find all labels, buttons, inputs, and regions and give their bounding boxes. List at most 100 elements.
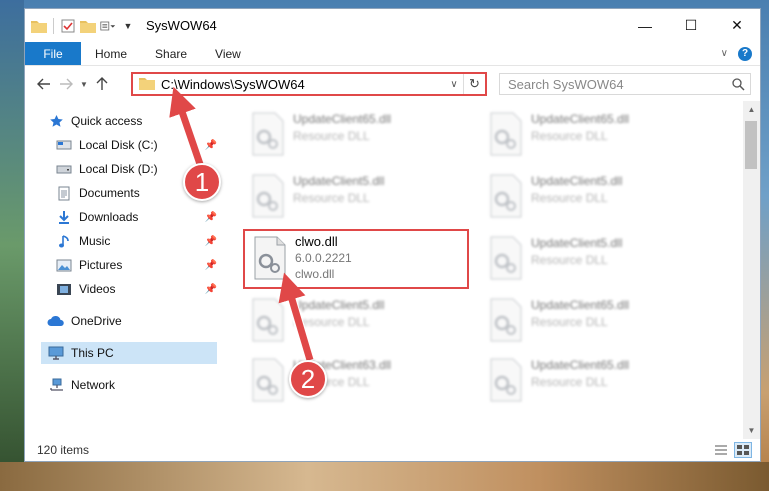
refresh-button[interactable]: ↻ — [463, 74, 485, 94]
scroll-down-icon[interactable]: ▼ — [743, 422, 760, 439]
file-name: UpdateClient5.dll — [293, 298, 385, 312]
title-bar: ▼ SysWOW64 — ☐ ✕ — [25, 9, 760, 42]
address-bar[interactable]: C:\Windows\SysWOW64 ∨ ↻ — [131, 72, 487, 96]
pin-icon[interactable]: 📌 — [205, 236, 217, 247]
file-tile[interactable]: UpdateClient5.dll Resource DLL — [481, 169, 707, 223]
tab-view[interactable]: View — [201, 42, 255, 65]
sidebar-item-label: This PC — [71, 346, 114, 360]
file-tile[interactable]: UpdateClient65.dll Resource DLL — [481, 107, 707, 161]
pictures-icon — [55, 257, 73, 273]
file-tile[interactable]: UpdateClient5.dll Resource DLL — [243, 169, 469, 223]
expand-ribbon-icon[interactable]: ∨ — [721, 48, 728, 59]
file-name: UpdateClient65.dll — [531, 112, 630, 126]
scroll-thumb[interactable] — [745, 121, 757, 169]
details-view-icon[interactable] — [712, 442, 730, 458]
dll-file-icon — [490, 112, 522, 156]
window-title: SysWOW64 — [146, 18, 217, 33]
sidebar-item-label: OneDrive — [71, 314, 122, 328]
search-box[interactable] — [499, 73, 751, 95]
back-button[interactable] — [33, 73, 55, 95]
pin-icon[interactable]: 📌 — [205, 284, 217, 295]
step-1-badge: 1 — [183, 163, 221, 201]
sidebar-item-onedrive[interactable]: OneDrive — [47, 310, 217, 332]
download-arrow-icon — [55, 209, 73, 225]
file-tile[interactable]: UpdateClient63.dll Resource DLL — [243, 353, 469, 407]
sidebar-item-music[interactable]: Music 📌 — [55, 230, 217, 252]
vertical-scrollbar[interactable]: ▲ ▼ — [743, 101, 760, 439]
sidebar-item-network[interactable]: Network — [47, 374, 217, 396]
desktop-background-left — [0, 0, 24, 491]
folder-icon — [31, 18, 47, 34]
file-name: UpdateClient5.dll — [531, 236, 623, 250]
file-type: Resource DLL — [531, 129, 608, 143]
sidebar-item-label: Music — [79, 234, 111, 248]
address-dropdown-icon[interactable]: ∨ — [445, 79, 463, 90]
pin-icon[interactable]: 📌 — [205, 212, 217, 223]
file-tile[interactable]: UpdateClient65.dll Resource DLL — [481, 293, 707, 347]
file-tile[interactable]: UpdateClient5.dll Resource DLL — [481, 231, 707, 285]
file-type: Resource DLL — [531, 315, 608, 329]
close-button[interactable]: ✕ — [714, 9, 760, 42]
file-name: UpdateClient65.dll — [531, 298, 630, 312]
sidebar-item-label: Quick access — [71, 114, 143, 128]
forward-button[interactable] — [55, 73, 77, 95]
sidebar-item-pictures[interactable]: Pictures 📌 — [55, 254, 217, 276]
dll-file-icon — [252, 298, 284, 342]
file-type: Resource DLL — [293, 129, 370, 143]
network-icon — [47, 377, 65, 393]
quick-access-toolbar: ▼ — [31, 17, 136, 34]
file-type: Resource DLL — [293, 315, 370, 329]
search-icon[interactable] — [726, 77, 750, 91]
sidebar-item-label: Local Disk (D:) — [79, 162, 158, 176]
sidebar-item-local-disk-c[interactable]: Local Disk (C:) 📌 — [55, 134, 217, 156]
file-tile-clwo-dll[interactable]: clwo.dll 6.0.0.2221 clwo.dll — [243, 229, 469, 289]
tab-file[interactable]: File — [25, 42, 81, 65]
sidebar-item-this-pc[interactable]: This PC — [41, 342, 217, 364]
file-name: UpdateClient65.dll — [293, 112, 392, 126]
tab-share[interactable]: Share — [141, 42, 201, 65]
maximize-button[interactable]: ☐ — [668, 9, 714, 42]
drive-icon — [55, 137, 73, 153]
toolbar-separator — [53, 17, 54, 34]
sidebar-item-videos[interactable]: Videos 📌 — [55, 278, 217, 300]
file-name: UpdateClient5.dll — [531, 174, 623, 188]
file-tile[interactable]: UpdateClient65.dll Resource DLL — [481, 353, 707, 407]
address-path[interactable]: C:\Windows\SysWOW64 — [161, 77, 445, 92]
tiles-view-icon[interactable] — [734, 442, 752, 458]
scroll-up-icon[interactable]: ▲ — [743, 101, 760, 118]
recent-locations-icon[interactable]: ▼ — [77, 73, 91, 95]
dll-file-icon — [490, 174, 522, 218]
file-tile[interactable]: UpdateClient5.dll Resource DLL — [243, 293, 469, 347]
step-2-badge: 2 — [289, 360, 327, 398]
sidebar-item-label: Local Disk (C:) — [79, 138, 158, 152]
ribbon-right-icons: ∨ ? — [721, 42, 760, 65]
dll-file-icon — [490, 236, 522, 280]
sidebar-item-quick-access[interactable]: Quick access — [47, 110, 217, 132]
pin-icon[interactable]: 📌 — [205, 260, 217, 271]
explorer-window: ▼ SysWOW64 — ☐ ✕ File Home Share View ∨ … — [24, 8, 761, 462]
sidebar-item-downloads[interactable]: Downloads 📌 — [55, 206, 217, 228]
customize-toolbar-icon[interactable] — [100, 18, 116, 34]
properties-icon[interactable] — [60, 18, 76, 34]
search-input[interactable] — [500, 76, 726, 92]
view-toggle — [712, 442, 752, 458]
dll-file-icon — [252, 112, 284, 156]
help-icon[interactable]: ? — [738, 46, 752, 61]
desktop-background-bottom — [0, 462, 769, 491]
dll-file-icon — [490, 298, 522, 342]
sidebar-item-label: Documents — [79, 186, 140, 200]
documents-icon — [55, 185, 73, 201]
file-name: UpdateClient5.dll — [293, 174, 385, 188]
chevron-down-icon[interactable]: ▼ — [120, 18, 136, 34]
pin-icon[interactable]: 📌 — [205, 140, 217, 151]
minimize-button[interactable]: — — [622, 9, 668, 42]
new-folder-icon[interactable] — [80, 18, 96, 34]
up-button[interactable] — [91, 73, 113, 95]
file-tile[interactable]: UpdateClient65.dll Resource DLL — [243, 107, 469, 161]
tab-home[interactable]: Home — [81, 42, 141, 65]
window-controls: — ☐ ✕ — [622, 9, 760, 42]
file-version: 6.0.0.2221 — [295, 251, 352, 265]
sidebar-item-label: Videos — [79, 282, 116, 296]
navigation-bar: ▼ C:\Windows\SysWOW64 ∨ ↻ — [25, 67, 760, 101]
file-type: Resource DLL — [531, 253, 608, 267]
